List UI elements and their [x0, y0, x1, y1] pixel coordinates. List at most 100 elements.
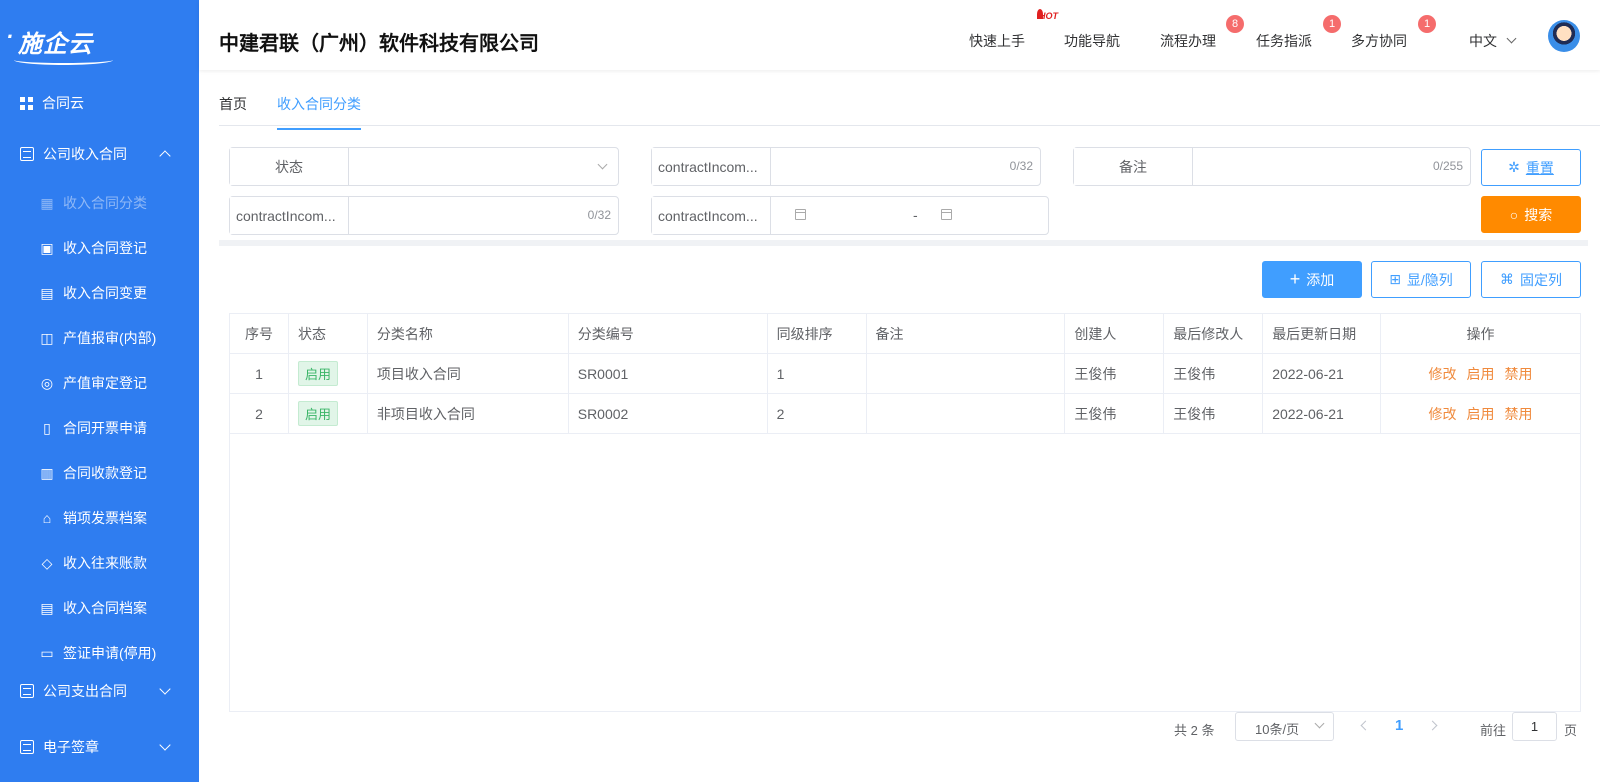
sidebar-subitem-label: 签证申请(停用)	[63, 644, 157, 661]
reset-button[interactable]: ✲ 重置	[1481, 149, 1581, 186]
table-row[interactable]: 2 启用 非项目收入合同 SR0002 2 王俊伟 王俊伟 2022-06-21 修改 启用 禁用	[229, 393, 1581, 434]
chevron-down-icon[interactable]	[1506, 33, 1517, 44]
remark-cell	[865, 393, 1066, 434]
calendar-list-icon: ▥	[40, 464, 54, 481]
contract-field-label: contractIncom...	[230, 197, 349, 234]
goto-page-input[interactable]	[1512, 712, 1557, 741]
column-header[interactable]: 同级排序	[766, 313, 867, 354]
fix-columns-button[interactable]: ⌘ 固定列	[1481, 261, 1581, 298]
actions-cell: 修改 启用 禁用	[1380, 353, 1581, 394]
column-header[interactable]: 创建人	[1064, 313, 1165, 354]
prev-page-icon[interactable]	[1360, 720, 1371, 731]
sidebar-subitem[interactable]: ◎ 产值审定登记	[0, 360, 199, 405]
dashboard-icon	[20, 96, 33, 110]
disable-link[interactable]: 禁用	[1505, 366, 1533, 382]
sidebar-subitem[interactable]: ◫ 产值报审(内部)	[0, 315, 199, 360]
sidebar-subitem[interactable]: ▯ 合同开票申请	[0, 405, 199, 450]
date-cell: 2022-06-21	[1262, 353, 1382, 394]
sidebar-group-income[interactable]: 公司收入合同	[0, 128, 199, 180]
contract-field-input[interactable]: 0/32	[349, 197, 618, 234]
edit-link[interactable]: 修改	[1429, 366, 1457, 382]
edit-link[interactable]: 修改	[1429, 406, 1457, 422]
sidebar: 施企云 合同云 公司收入合同 ▦ 收入合同分类 ▣ 收入合同登记 ▤ 收入合同变更 ◫ 产值报…	[0, 0, 199, 782]
page-size-select[interactable]: 10条/页	[1235, 712, 1334, 741]
paperclip-icon: ⌘	[1500, 271, 1514, 287]
sidebar-subitem-label: 收入往来账款	[63, 554, 147, 571]
sidebar-subitem[interactable]: ▥ 合同收款登记	[0, 450, 199, 495]
nav-task-assign[interactable]: 任务指派	[1256, 31, 1312, 51]
add-button[interactable]: + 添加	[1262, 261, 1362, 298]
sidebar-subitem[interactable]: ▣ 收入合同登记	[0, 225, 199, 270]
status-cell: 启用	[287, 393, 368, 434]
sidebar-subitem[interactable]: ▦ 收入合同分类	[0, 180, 199, 225]
table-row[interactable]: 1 启用 项目收入合同 SR0001 1 王俊伟 王俊伟 2022-06-21 修改 启用 禁用	[229, 353, 1581, 394]
date-range-input[interactable]: -	[771, 197, 1048, 234]
current-page[interactable]: 1	[1395, 717, 1403, 734]
filter-panel: 状态 contractIncom... 0/32 备注 0/255 ✲ 重置 c…	[219, 136, 1588, 246]
grid-icon: ▦	[40, 194, 54, 211]
sidebar-subitem[interactable]: ⌂ 销项发票档案	[0, 495, 199, 540]
sidebar-group-expense[interactable]: 公司支出合同	[0, 665, 199, 717]
toggle-columns-button[interactable]: ⊞ 显/隐列	[1371, 261, 1471, 298]
column-header[interactable]: 最后修改人	[1163, 313, 1264, 354]
char-count: 0/32	[1009, 159, 1033, 173]
status-filter-label: 状态	[230, 148, 349, 185]
goto-prefix: 前往	[1480, 723, 1507, 738]
modifier-cell: 王俊伟	[1163, 393, 1264, 434]
goto-suffix: 页	[1564, 723, 1578, 738]
next-page-icon[interactable]	[1427, 720, 1438, 731]
sidebar-subitem-label: 收入合同登记	[63, 239, 147, 256]
name-cell: 非项目收入合同	[366, 393, 569, 434]
sidebar-subitem-label: 收入合同档案	[63, 599, 147, 616]
sidebar-subitem[interactable]: ◇ 收入往来账款	[0, 540, 199, 585]
doc-change-icon: ▤	[40, 284, 54, 301]
total-count: 共 2 条	[1174, 723, 1215, 738]
nav-collaboration[interactable]: 多方协同	[1351, 31, 1407, 51]
actions-cell: 修改 启用 禁用	[1380, 393, 1581, 434]
sidebar-item-contract-cloud[interactable]: 合同云	[0, 82, 199, 124]
sidebar-subitem-label: 收入合同变更	[63, 284, 147, 301]
char-count: 0/255	[1432, 159, 1463, 173]
nav-quick-start[interactable]: 快速上手	[969, 31, 1025, 51]
sidebar-group-esign[interactable]: 电子签章	[0, 721, 199, 773]
search-button[interactable]: ○ 搜索	[1481, 196, 1581, 233]
status-select[interactable]	[349, 148, 618, 185]
enable-link[interactable]: 启用	[1467, 406, 1495, 422]
cube-icon: ◇	[41, 554, 53, 571]
sidebar-group-label: 电子签章	[43, 739, 99, 755]
column-header[interactable]: 操作	[1380, 313, 1581, 354]
id-card-icon: ▣	[40, 239, 54, 256]
sidebar-subitem-label: 合同收款登记	[63, 464, 147, 481]
sidebar-subitem[interactable]: ▤ 收入合同变更	[0, 270, 199, 315]
name-cell: 项目收入合同	[366, 353, 569, 394]
table-header-row: 序号 状态 分类名称 分类编号 同级排序 备注 创建人 最后修改人 最后更新日期 操作	[229, 313, 1581, 354]
sort-cell: 1	[766, 353, 867, 394]
nav-process-handling[interactable]: 流程办理	[1160, 31, 1216, 51]
column-header[interactable]: 备注	[865, 313, 1066, 354]
tab-income-contract-category[interactable]: 收入合同分类	[277, 94, 361, 130]
column-header[interactable]: 分类名称	[366, 313, 569, 354]
enable-link[interactable]: 启用	[1467, 366, 1495, 382]
column-header[interactable]: 最后更新日期	[1262, 313, 1382, 354]
sidebar-subitem-label: 产值报审(内部)	[63, 329, 157, 346]
remark-input[interactable]: 0/255	[1193, 148, 1470, 185]
contract-icon	[20, 147, 34, 161]
disable-link[interactable]: 禁用	[1505, 406, 1533, 422]
status-filter: 状态	[229, 147, 619, 186]
date-cell: 2022-06-21	[1262, 393, 1382, 434]
sidebar-subitem-label: 收入合同分类	[63, 194, 147, 211]
column-header[interactable]: 分类编号	[567, 313, 768, 354]
user-avatar[interactable]	[1548, 20, 1580, 52]
contract-field-label: contractIncom...	[652, 148, 771, 185]
category-table: 序号 状态 分类名称 分类编号 同级排序 备注 创建人 最后修改人 最后更新日期 操作 1 启用 项目…	[229, 313, 1581, 434]
nav-function-guide[interactable]: 功能导航	[1064, 31, 1120, 51]
logo[interactable]: 施企云	[0, 0, 199, 82]
coin-icon: ◎	[40, 374, 54, 391]
sidebar-subitem[interactable]: ▤ 收入合同档案	[0, 585, 199, 630]
language-select[interactable]: 中文	[1469, 31, 1497, 51]
sidebar-item-label: 合同云	[42, 95, 84, 111]
column-header[interactable]: 序号	[229, 313, 289, 354]
tab-home[interactable]: 首页	[219, 94, 247, 128]
column-header[interactable]: 状态	[287, 313, 368, 354]
contract-field-input[interactable]: 0/32	[771, 148, 1040, 185]
